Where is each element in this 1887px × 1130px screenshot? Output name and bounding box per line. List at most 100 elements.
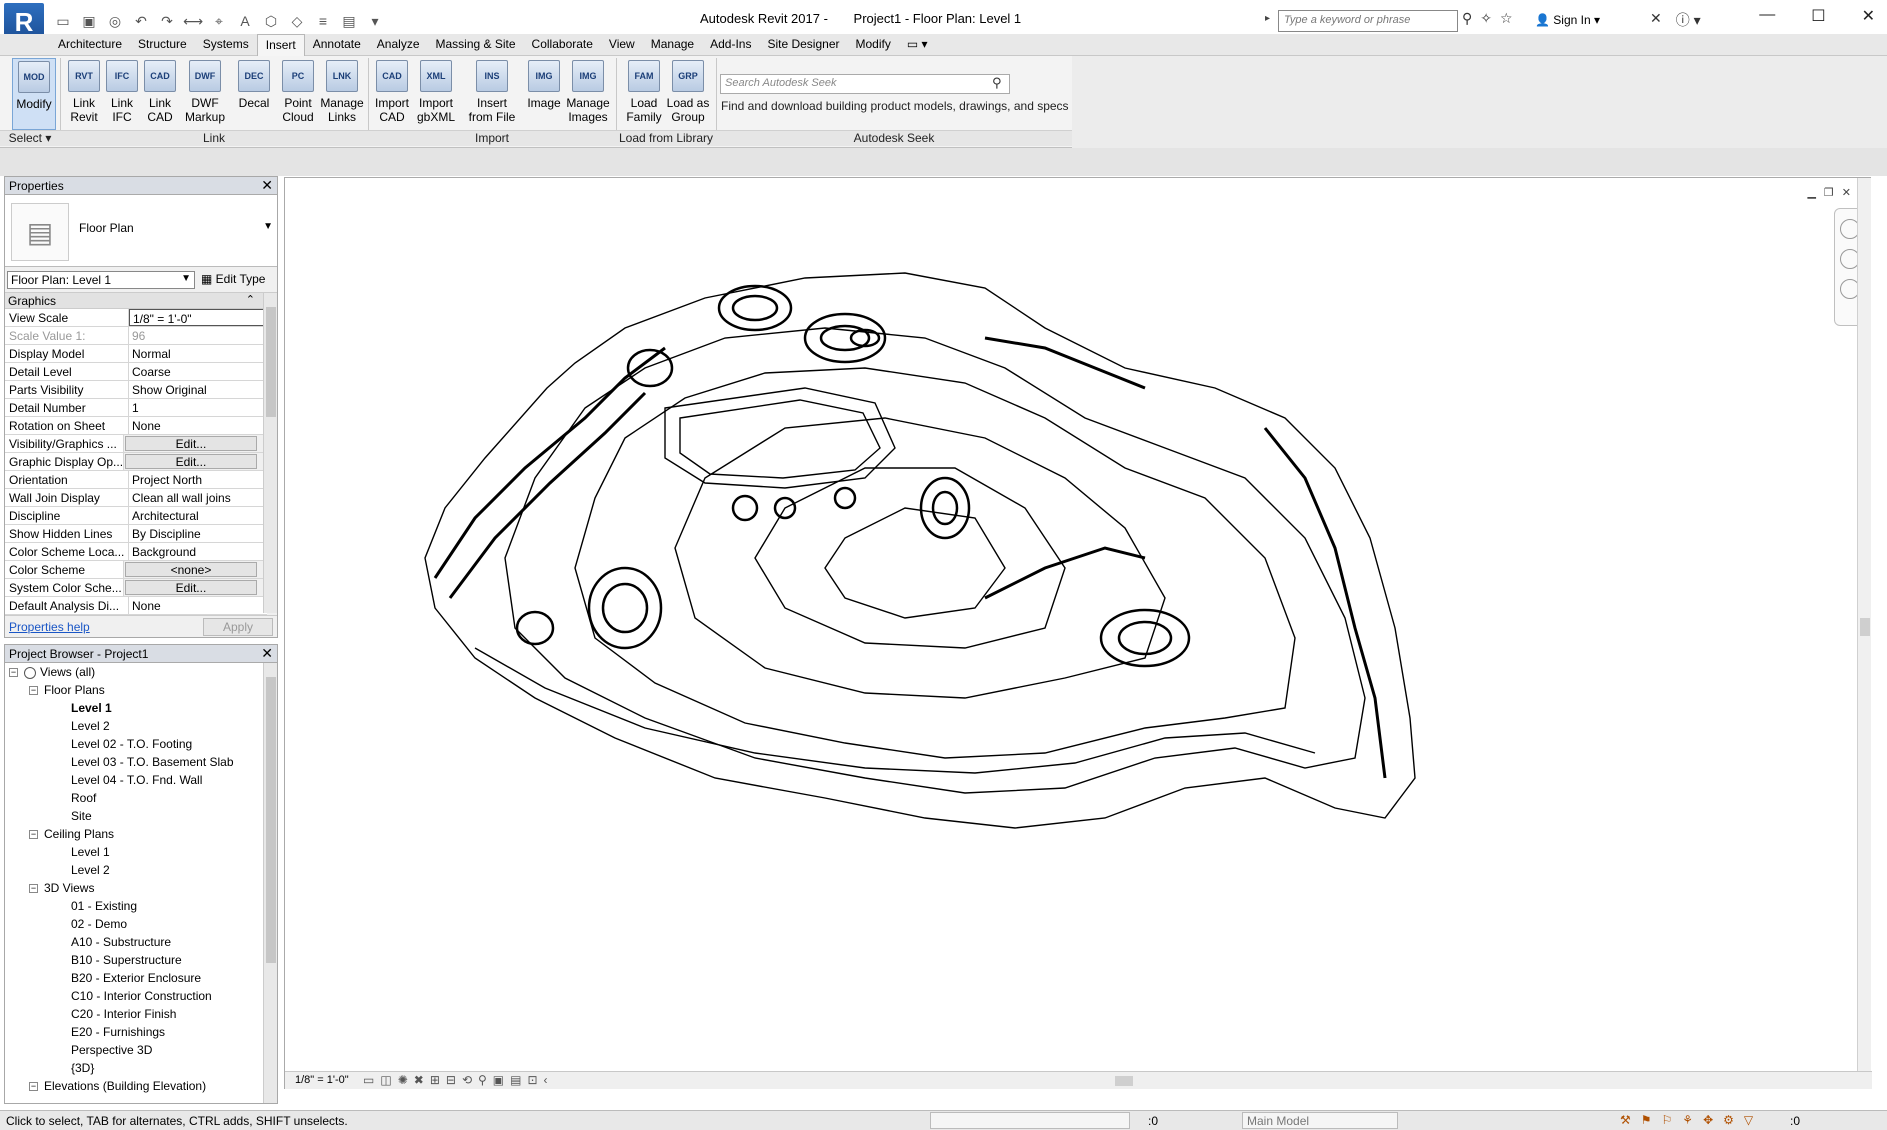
decal-button[interactable]: DEC Decal xyxy=(232,58,276,130)
thin-lines-icon[interactable]: ≡ xyxy=(312,11,334,31)
tree-node-3d[interactable]: {3D} xyxy=(5,1059,277,1077)
tree-node-c20[interactable]: C20 - Interior Finish xyxy=(5,1005,277,1023)
favorites-icon[interactable]: ☆ xyxy=(1500,10,1513,27)
close-windows-icon[interactable]: ▤ xyxy=(338,11,360,31)
tree-node-b20[interactable]: B20 - Exterior Enclosure xyxy=(5,969,277,987)
property-row[interactable]: Wall Join Display Clean all wall joins xyxy=(5,489,267,507)
tree-node-ceiling-level-2[interactable]: Level 2 xyxy=(5,861,277,879)
tree-node-elevations[interactable]: − Elevations (Building Elevation) xyxy=(5,1077,277,1095)
tree-node-01-existing[interactable]: 01 - Existing xyxy=(5,897,277,915)
infocenter-search-input[interactable]: Type a keyword or phrase xyxy=(1278,10,1458,32)
insert-from-file-button[interactable]: INS Insert from File xyxy=(466,58,518,130)
exchange-apps-icon[interactable]: ✕ xyxy=(1650,10,1662,30)
property-row[interactable]: Color Scheme Loca... Background xyxy=(5,543,267,561)
binoculars-icon[interactable]: ⚲ xyxy=(1462,10,1472,27)
image-button[interactable]: IMG Image xyxy=(522,58,566,130)
drag-elements-icon[interactable]: ✥ xyxy=(1703,1113,1713,1127)
collapse-toggle-icon[interactable]: − xyxy=(29,884,38,894)
import-gbxml-button[interactable]: XML Import gbXML xyxy=(414,58,458,130)
property-row[interactable]: Parts Visibility Show Original xyxy=(5,381,267,399)
property-value[interactable]: Normal xyxy=(129,345,267,362)
graphic-display-edit-button[interactable]: Edit... xyxy=(124,454,257,469)
close-icon[interactable]: ✕ xyxy=(261,177,273,194)
tree-node-floor-plans[interactable]: − Floor Plans xyxy=(5,681,277,699)
collapse-toggle-icon[interactable]: − xyxy=(29,1082,38,1092)
analytical-model-icon[interactable]: ⊡ xyxy=(527,1073,537,1087)
tab-systems[interactable]: Systems xyxy=(195,34,257,56)
tree-node-views-all[interactable]: − Views (all) xyxy=(5,663,277,681)
property-value[interactable]: 1 xyxy=(129,399,267,416)
canvas-vertical-scrollbar[interactable] xyxy=(1857,178,1871,1074)
sync-icon[interactable]: ◎ xyxy=(104,11,126,31)
load-family-button[interactable]: FAM Load Family xyxy=(622,58,666,130)
modify-button[interactable]: MOD Modify xyxy=(12,58,56,130)
tree-node-c10[interactable]: C10 - Interior Construction xyxy=(5,987,277,1005)
manage-images-button[interactable]: IMG Manage Images xyxy=(566,58,610,130)
property-value[interactable]: Coarse xyxy=(129,363,267,380)
scrollbar-thumb[interactable] xyxy=(266,307,276,417)
property-row[interactable]: System Color Sche... Edit... xyxy=(5,579,267,597)
unlock-3d-icon[interactable]: ⟲ xyxy=(462,1073,472,1087)
select-underlay-icon[interactable]: ⚑ xyxy=(1641,1113,1652,1127)
view-scale-selector[interactable]: 1/8" = 1'-0" xyxy=(295,1074,349,1086)
scroll-left-icon[interactable]: ‹ xyxy=(544,1073,548,1087)
property-row[interactable]: Detail Number 1 xyxy=(5,399,267,417)
tab-manage[interactable]: Manage xyxy=(643,34,702,56)
open-icon[interactable]: ▭ xyxy=(52,11,74,31)
property-value[interactable]: Background xyxy=(129,543,267,560)
tree-node-ceiling-level-1[interactable]: Level 1 xyxy=(5,843,277,861)
tab-analyze[interactable]: Analyze xyxy=(369,34,428,56)
property-row[interactable]: Orientation Project North xyxy=(5,471,267,489)
property-row[interactable]: Display Model Normal xyxy=(5,345,267,363)
dimension-icon[interactable]: ⌖ xyxy=(208,11,230,31)
tree-node-site[interactable]: Site xyxy=(5,807,277,825)
manage-links-button[interactable]: LNK Manage Links xyxy=(320,58,364,130)
reveal-hidden-icon[interactable]: ▣ xyxy=(493,1073,504,1087)
visual-style-icon[interactable]: ◫ xyxy=(380,1073,391,1087)
apply-button[interactable]: Apply xyxy=(203,618,273,636)
close-icon[interactable]: ✕ xyxy=(261,645,273,662)
shadows-icon[interactable]: ✖ xyxy=(414,1073,424,1087)
property-value[interactable]: None xyxy=(129,597,267,614)
property-value[interactable]: Show Original xyxy=(129,381,267,398)
maximize-icon[interactable]: ☐ xyxy=(1811,6,1825,26)
property-row[interactable]: Show Hidden Lines By Discipline xyxy=(5,525,267,543)
link-cad-button[interactable]: CAD Link CAD xyxy=(138,58,182,130)
tab-annotate[interactable]: Annotate xyxy=(305,34,369,56)
design-option-selector[interactable]: Main Model xyxy=(1242,1112,1398,1129)
section-icon[interactable]: ◇ xyxy=(286,11,308,31)
property-value[interactable]: None xyxy=(129,417,267,434)
sun-path-icon[interactable]: ✺ xyxy=(398,1073,408,1087)
collapse-toggle-icon[interactable]: − xyxy=(29,830,38,840)
property-value[interactable]: Architectural xyxy=(129,507,267,524)
tree-node-02-demo[interactable]: 02 - Demo xyxy=(5,915,277,933)
import-cad-button[interactable]: CAD Import CAD xyxy=(370,58,414,130)
customize-toolbar-icon[interactable]: ▾ xyxy=(364,11,386,31)
property-row[interactable]: Discipline Architectural xyxy=(5,507,267,525)
workset-selector[interactable] xyxy=(930,1112,1130,1129)
temporary-hide-icon[interactable]: ⚲ xyxy=(478,1073,487,1087)
redo-icon[interactable]: ↷ xyxy=(156,11,178,31)
tree-node-a10[interactable]: A10 - Substructure xyxy=(5,933,277,951)
property-value[interactable]: Clean all wall joins xyxy=(129,489,267,506)
filter-icon[interactable]: ▽ xyxy=(1744,1113,1753,1127)
collapse-toggle-icon[interactable]: − xyxy=(9,668,18,678)
tab-modify[interactable]: Modify xyxy=(848,34,899,56)
collapse-toggle-icon[interactable]: − xyxy=(29,686,38,696)
tree-node-e20[interactable]: E20 - Furnishings xyxy=(5,1023,277,1041)
tree-node-level-2[interactable]: Level 2 xyxy=(5,717,277,735)
detail-level-icon[interactable]: ▭ xyxy=(363,1073,374,1087)
tree-node-level-02[interactable]: Level 02 - T.O. Footing xyxy=(5,735,277,753)
chevron-down-icon[interactable]: ▼ xyxy=(263,221,273,232)
sign-in-button[interactable]: 👤 Sign In ▾ xyxy=(1535,13,1600,27)
property-row[interactable]: View Scale 1/8" = 1'-0" xyxy=(5,309,267,327)
visibility-graphics-edit-button[interactable]: Edit... xyxy=(124,436,257,451)
text-icon[interactable]: A xyxy=(234,11,256,31)
property-value[interactable]: By Discipline xyxy=(129,525,267,542)
worksharing-display-icon[interactable]: ▤ xyxy=(510,1073,521,1087)
scrollbar-thumb[interactable] xyxy=(1860,618,1870,636)
tab-insert[interactable]: Insert xyxy=(256,34,305,56)
property-row[interactable]: Graphic Display Op... Edit... xyxy=(5,453,267,471)
property-row[interactable]: Default Analysis Di... None xyxy=(5,597,267,615)
property-value[interactable]: 1/8" = 1'-0" xyxy=(129,309,267,326)
